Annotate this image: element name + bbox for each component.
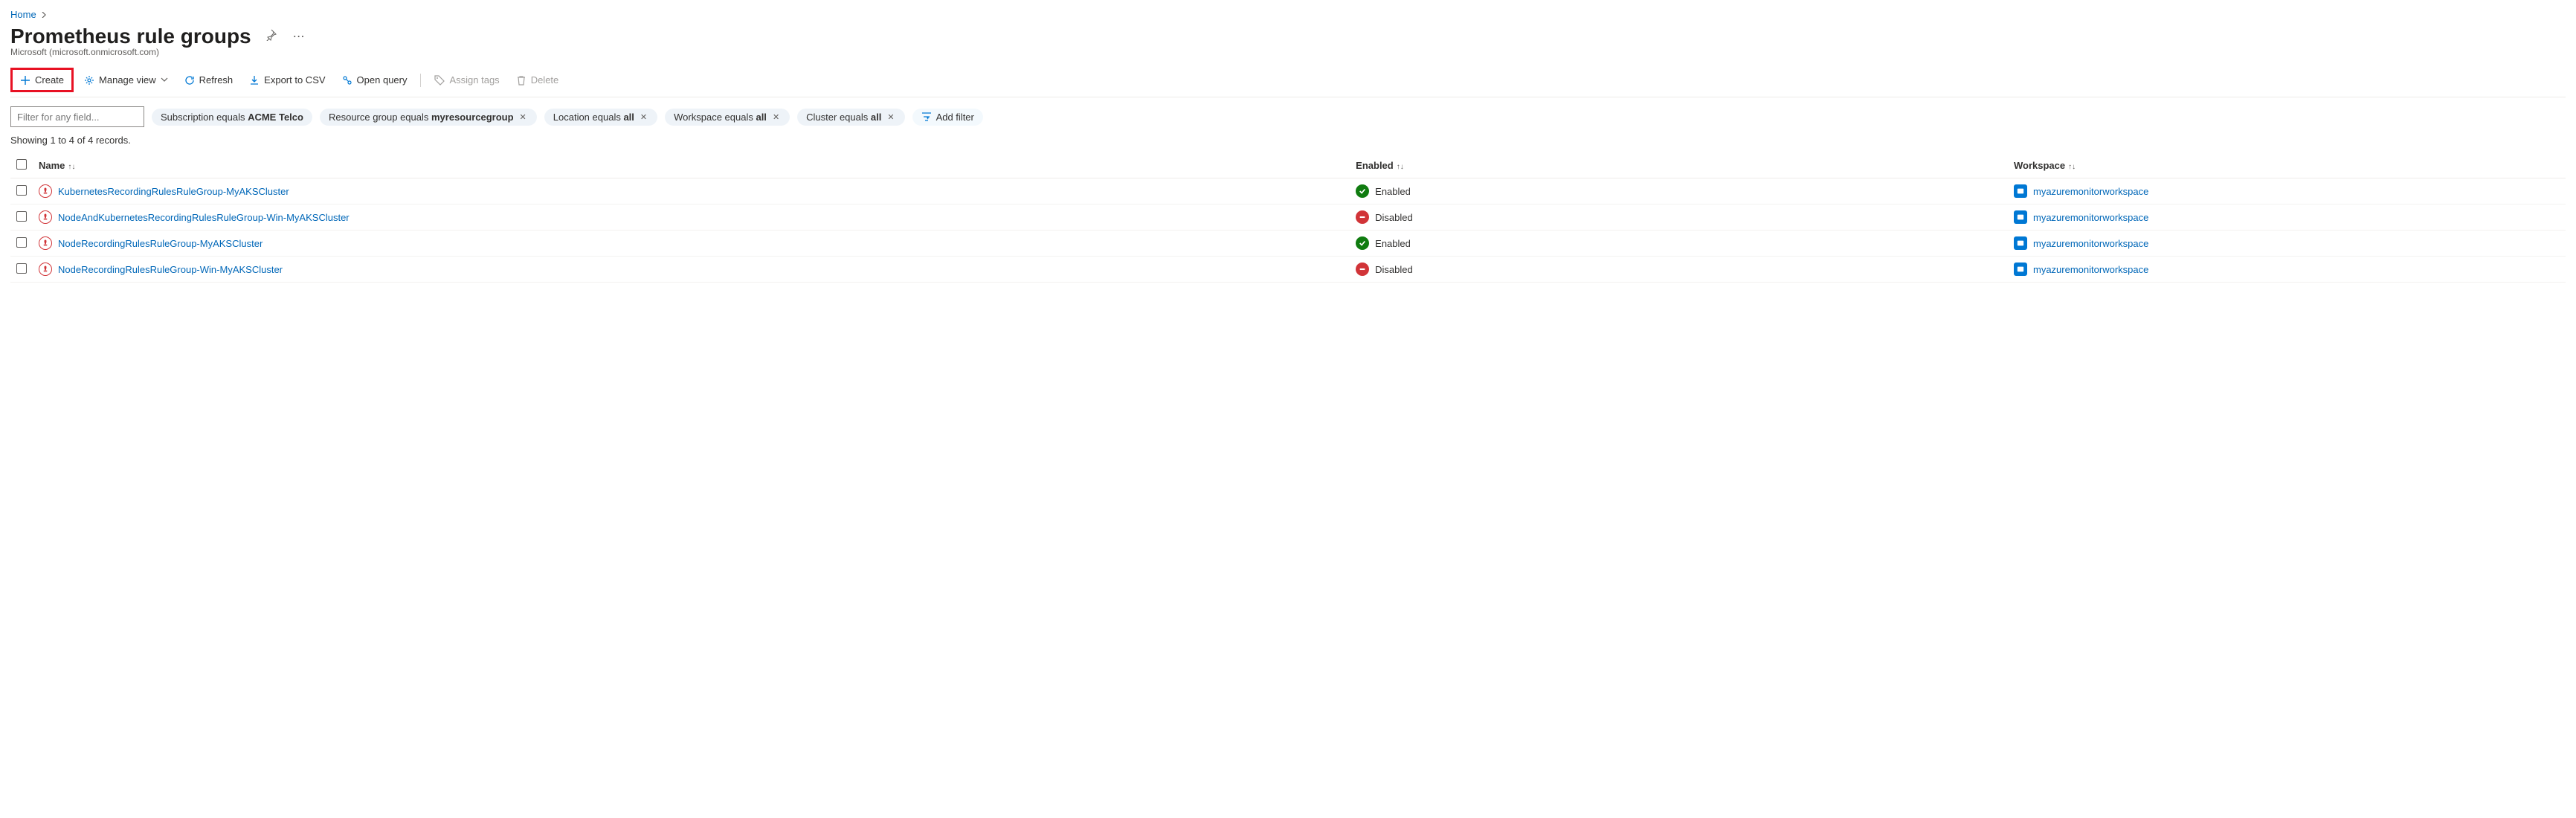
column-header-workspace[interactable]: Workspace↑↓ xyxy=(2008,153,2566,178)
workspace-link[interactable]: myazuremonitorworkspace xyxy=(2033,264,2148,275)
status-text: Enabled xyxy=(1375,186,1411,197)
assign-tags-button: Assign tags xyxy=(428,71,505,88)
workspace-link[interactable]: myazuremonitorworkspace xyxy=(2033,212,2148,223)
enabled-icon xyxy=(1356,236,1369,250)
workspace-link[interactable]: myazuremonitorworkspace xyxy=(2033,238,2148,249)
chevron-down-icon xyxy=(161,74,168,86)
close-icon[interactable]: ✕ xyxy=(518,112,528,122)
table-row: NodeRecordingRulesRuleGroup-MyAKSCluster… xyxy=(10,231,2566,257)
refresh-button[interactable]: Refresh xyxy=(178,71,239,88)
workspace-icon xyxy=(2014,263,2027,276)
select-all-checkbox[interactable] xyxy=(16,159,27,170)
prometheus-icon xyxy=(39,263,52,276)
breadcrumb-home[interactable]: Home xyxy=(10,9,36,20)
export-csv-label: Export to CSV xyxy=(264,74,325,86)
workspace-link[interactable]: myazuremonitorworkspace xyxy=(2033,186,2148,197)
prometheus-icon xyxy=(39,236,52,250)
delete-button: Delete xyxy=(510,71,565,88)
sort-icon: ↑↓ xyxy=(68,163,75,171)
more-icon[interactable]: ⋯ xyxy=(290,26,308,47)
row-checkbox[interactable] xyxy=(16,237,27,248)
filter-pill-text: Cluster equals all xyxy=(806,112,881,123)
workspace-icon xyxy=(2014,236,2027,250)
column-header-name[interactable]: Name↑↓ xyxy=(33,153,1350,178)
sort-icon: ↑↓ xyxy=(1397,163,1404,171)
disabled-icon xyxy=(1356,210,1369,224)
trash-icon xyxy=(516,75,527,86)
query-icon xyxy=(342,75,352,86)
rule-groups-table: Name↑↓ Enabled↑↓ Workspace↑↓ KubernetesR… xyxy=(10,153,2566,283)
filter-pill-text: Location equals all xyxy=(553,112,634,123)
download-icon xyxy=(249,75,260,86)
records-count: Showing 1 to 4 of 4 records. xyxy=(10,135,2566,146)
row-checkbox[interactable] xyxy=(16,263,27,274)
add-filter-button[interactable]: Add filter xyxy=(912,109,983,126)
close-icon[interactable]: ✕ xyxy=(771,112,781,122)
toolbar-separator xyxy=(420,74,421,87)
rule-group-link[interactable]: KubernetesRecordingRulesRuleGroup-MyAKSC… xyxy=(58,186,289,197)
disabled-icon xyxy=(1356,263,1369,276)
breadcrumb: Home xyxy=(10,9,2566,20)
table-row: NodeRecordingRulesRuleGroup-Win-MyAKSClu… xyxy=(10,257,2566,283)
enabled-icon xyxy=(1356,184,1369,198)
filter-pill[interactable]: Workspace equals all ✕ xyxy=(665,109,790,126)
row-checkbox[interactable] xyxy=(16,185,27,196)
close-icon[interactable]: ✕ xyxy=(886,112,895,122)
filter-bar: Subscription equals ACME Telco Resource g… xyxy=(10,106,2566,127)
rule-group-link[interactable]: NodeRecordingRulesRuleGroup-Win-MyAKSClu… xyxy=(58,264,283,275)
table-row: NodeAndKubernetesRecordingRulesRuleGroup… xyxy=(10,204,2566,231)
status-text: Enabled xyxy=(1375,238,1411,249)
status-text: Disabled xyxy=(1375,212,1413,223)
manage-view-label: Manage view xyxy=(99,74,156,86)
plus-icon xyxy=(20,75,30,86)
filter-pill[interactable]: Resource group equals myresourcegroup ✕ xyxy=(320,109,537,126)
refresh-icon xyxy=(184,75,195,86)
export-csv-button[interactable]: Export to CSV xyxy=(243,71,331,88)
column-header-enabled[interactable]: Enabled↑↓ xyxy=(1350,153,2008,178)
page-subtitle: Microsoft (microsoft.onmicrosoft.com) xyxy=(10,47,2566,57)
table-row: KubernetesRecordingRulesRuleGroup-MyAKSC… xyxy=(10,178,2566,204)
prometheus-icon xyxy=(39,210,52,224)
add-filter-label: Add filter xyxy=(936,112,974,123)
assign-tags-label: Assign tags xyxy=(449,74,499,86)
create-button[interactable]: Create xyxy=(14,71,70,88)
command-bar: Create Manage view Refresh Export to CSV… xyxy=(10,68,2566,97)
gear-icon xyxy=(84,75,94,86)
chevron-right-icon xyxy=(41,9,47,20)
sort-icon: ↑↓ xyxy=(2068,163,2076,171)
rule-group-link[interactable]: NodeRecordingRulesRuleGroup-MyAKSCluster xyxy=(58,238,263,249)
create-label: Create xyxy=(35,74,64,86)
page-title: Prometheus rule groups xyxy=(10,25,251,48)
filter-pill[interactable]: Location equals all ✕ xyxy=(544,109,657,126)
delete-label: Delete xyxy=(531,74,559,86)
prometheus-icon xyxy=(39,184,52,198)
refresh-label: Refresh xyxy=(199,74,234,86)
pin-icon[interactable] xyxy=(262,26,280,48)
filter-pill[interactable]: Cluster equals all ✕ xyxy=(797,109,904,126)
manage-view-button[interactable]: Manage view xyxy=(78,71,174,88)
workspace-icon xyxy=(2014,210,2027,224)
filter-input[interactable] xyxy=(10,106,144,127)
filter-icon xyxy=(921,112,932,122)
open-query-label: Open query xyxy=(357,74,408,86)
filter-pill[interactable]: Subscription equals ACME Telco xyxy=(152,109,312,126)
close-icon[interactable]: ✕ xyxy=(639,112,648,122)
filter-pill-text: Subscription equals ACME Telco xyxy=(161,112,303,123)
row-checkbox[interactable] xyxy=(16,211,27,222)
filter-pill-text: Resource group equals myresourcegroup xyxy=(329,112,514,123)
rule-group-link[interactable]: NodeAndKubernetesRecordingRulesRuleGroup… xyxy=(58,212,350,223)
open-query-button[interactable]: Open query xyxy=(336,71,413,88)
status-text: Disabled xyxy=(1375,264,1413,275)
tag-icon xyxy=(434,75,445,86)
workspace-icon xyxy=(2014,184,2027,198)
filter-pill-text: Workspace equals all xyxy=(674,112,767,123)
